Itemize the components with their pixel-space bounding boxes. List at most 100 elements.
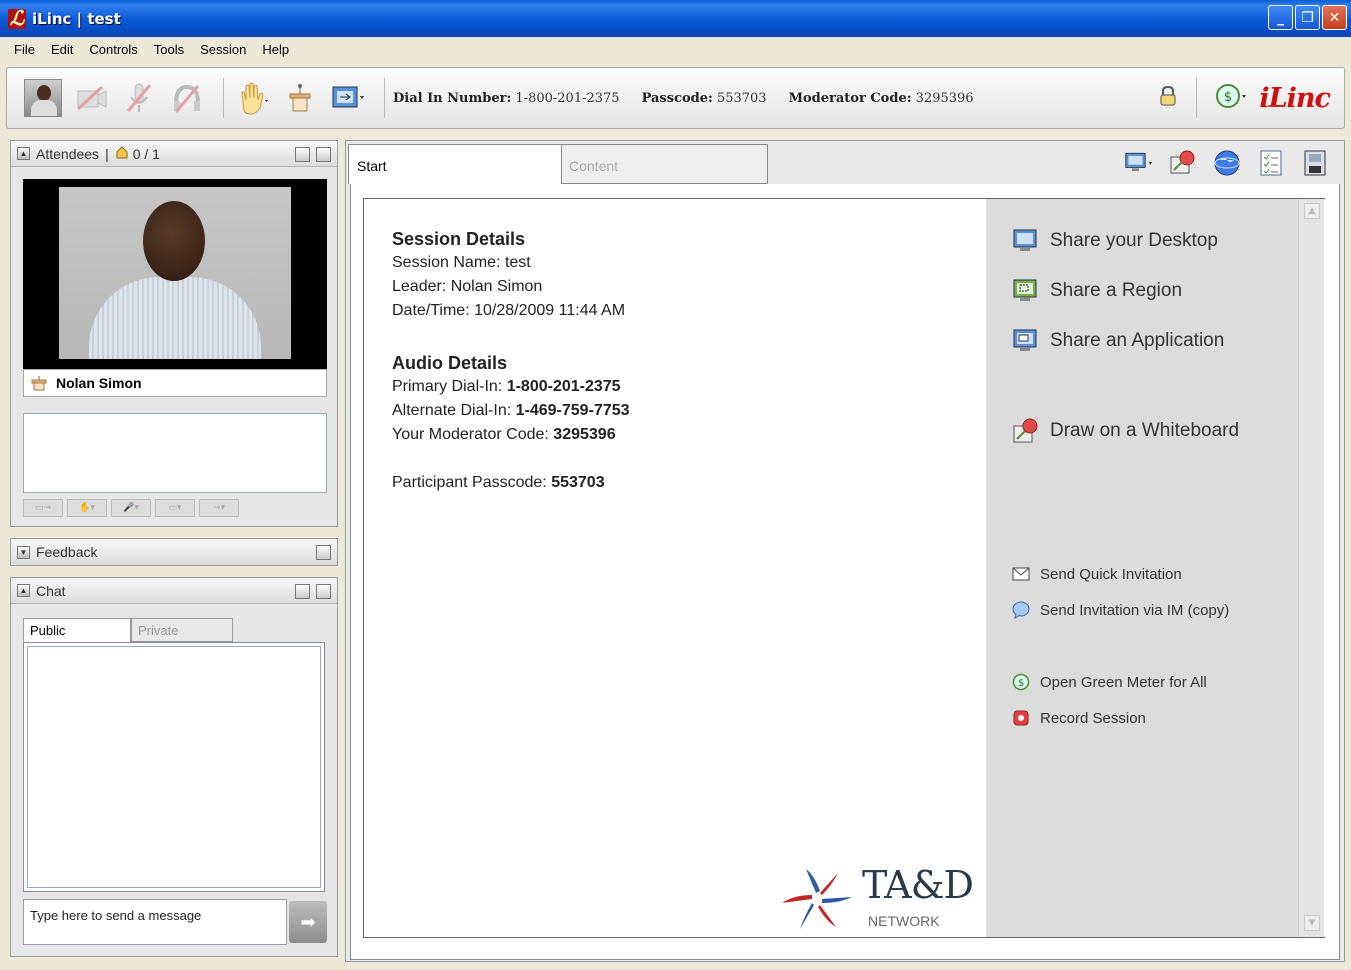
toolbar-separator [384, 78, 385, 118]
content-toolbar [1124, 147, 1330, 179]
share-region-action[interactable]: Share a Region [1012, 277, 1182, 305]
im-invitation-action[interactable]: Send Invitation via IM (copy) [1012, 601, 1229, 619]
whiteboard-action[interactable]: Draw on a Whiteboard [1012, 417, 1239, 445]
leader-row: Leader: Nolan Simon [392, 278, 543, 295]
attendee-count: 0 / 1 [132, 145, 160, 162]
menu-file[interactable]: File [6, 42, 43, 57]
raise-hand-icon[interactable] [232, 79, 272, 117]
attendees-panel: ▲ Attendees | 0 / 1 Nolan Simon ▭→ ✋▾ 🎤▾… [10, 140, 338, 527]
menu-controls[interactable]: Controls [81, 42, 145, 57]
expand-feedback-button[interactable]: ▼ [17, 545, 30, 559]
headset-off-icon[interactable] [167, 79, 207, 117]
mini-hand-button[interactable]: ✋▾ [67, 499, 107, 517]
minimize-button[interactable]: _ [1268, 5, 1293, 30]
mini-podium-button[interactable]: ▭→ [23, 499, 63, 517]
chat-title: Chat [36, 582, 66, 599]
lock-icon[interactable] [1158, 85, 1178, 111]
datetime-row: Date/Time: 10/28/2009 11:44 AM [392, 302, 626, 319]
attendee-count-icon [115, 145, 129, 162]
camera-off-icon[interactable] [71, 79, 111, 117]
session-details-section: Session Details Session Name: test Leade… [392, 229, 625, 326]
session-name-row: Session Name: test [392, 254, 531, 271]
layout-switch-icon[interactable] [328, 79, 368, 117]
start-page: Session Details Session Name: test Leade… [363, 198, 1325, 938]
title-bar: ℒ iLinc | test _ ❐ ✕ [0, 0, 1351, 37]
menu-session[interactable]: Session [192, 42, 254, 57]
attendee-name-row[interactable]: Nolan Simon [23, 369, 327, 397]
restore-button[interactable]: ❐ [1295, 5, 1320, 30]
moderator-code-row: Your Moderator Code: 3295396 [392, 426, 616, 443]
green-meter-icon[interactable]: $ [1215, 82, 1249, 114]
start-page-scrollbar[interactable]: ▲ ▼ [1298, 199, 1324, 937]
chat-message-input[interactable]: Type here to send a message [23, 899, 287, 945]
attendees-popout-button[interactable] [316, 147, 331, 162]
ilinc-app-icon: ℒ [8, 5, 26, 30]
envelope-icon [1012, 565, 1030, 583]
quick-actions-pane: Share your Desktop Share a Region Share … [986, 199, 1298, 937]
chat-messages-area[interactable] [23, 642, 325, 892]
share-screen-icon[interactable] [1124, 147, 1154, 179]
share-desktop-action[interactable]: Share your Desktop [1012, 227, 1218, 255]
collapse-chat-button[interactable]: ▲ [17, 584, 30, 597]
attendees-title: Attendees [36, 145, 100, 162]
tab-content[interactable]: Content [560, 144, 768, 184]
scroll-up-button[interactable]: ▲ [1304, 203, 1320, 219]
main-content-panel: Content Start Session Details Session Na… [345, 140, 1345, 962]
svg-text:$: $ [1018, 678, 1024, 689]
feedback-header[interactable]: ▼ Feedback [11, 539, 337, 565]
polling-icon[interactable] [1256, 147, 1286, 179]
attendee-list[interactable] [23, 413, 327, 493]
feedback-menu-button[interactable] [316, 545, 331, 560]
feedback-header-buttons [316, 545, 331, 560]
chat-menu-button[interactable] [295, 584, 310, 599]
green-meter-small-icon: $ [1012, 673, 1030, 691]
chat-header: ▲ Chat [11, 578, 337, 604]
quick-invitation-action[interactable]: Send Quick Invitation [1012, 565, 1182, 583]
attendee-video [23, 179, 327, 369]
attendee-mini-toolbar: ▭→ ✋▾ 🎤▾ ▭▾ →▾ [23, 499, 239, 517]
chat-bubble-icon [1012, 601, 1030, 619]
chat-popout-button[interactable] [316, 584, 331, 599]
application-share-icon [1012, 327, 1040, 355]
start-page-frame: Session Details Session Name: test Leade… [350, 184, 1340, 960]
menu-edit[interactable]: Edit [43, 42, 81, 57]
tab-public-chat[interactable]: Public [23, 618, 131, 642]
podium-icon[interactable] [280, 79, 320, 117]
whiteboard-icon[interactable] [1168, 147, 1198, 179]
menu-tools[interactable]: Tools [146, 42, 192, 57]
tad-star-icon [782, 869, 852, 929]
collapse-attendees-button[interactable]: ▲ [17, 147, 30, 160]
mini-mic-button[interactable]: 🎤▾ [111, 499, 151, 517]
mini-move-button[interactable]: →▾ [199, 499, 239, 517]
attendees-menu-button[interactable] [295, 147, 310, 162]
close-button[interactable]: ✕ [1322, 5, 1347, 30]
toolbar-separator [223, 78, 224, 118]
web-browser-icon[interactable] [1212, 147, 1242, 179]
my-video-button[interactable] [23, 79, 63, 117]
scroll-down-button[interactable]: ▼ [1304, 915, 1320, 931]
share-application-action[interactable]: Share an Application [1012, 327, 1224, 355]
attendees-header: ▲ Attendees | 0 / 1 [11, 141, 337, 167]
session-details-pane: Session Details Session Name: test Leade… [364, 199, 986, 937]
save-content-icon[interactable] [1300, 147, 1330, 179]
header-divider: | [105, 145, 109, 162]
microphone-off-icon[interactable] [119, 79, 159, 117]
attendee-photo [59, 187, 291, 359]
audio-details-heading: Audio Details [392, 353, 508, 373]
record-session-action[interactable]: Record Session [1012, 709, 1146, 727]
participant-passcode-row: Participant Passcode: 553703 [392, 474, 605, 491]
tab-start[interactable]: Start [348, 144, 562, 184]
mini-screen-button[interactable]: ▭▾ [155, 499, 195, 517]
tab-private-chat[interactable]: Private [131, 618, 233, 642]
tad-wordmark: TA&D [862, 863, 974, 907]
chat-header-buttons [295, 584, 331, 599]
audio-details-section: Audio Details Primary Dial-In: 1-800-201… [392, 353, 630, 498]
passcode-display: Passcode: 553703 [641, 90, 767, 106]
presenter-podium-icon [30, 375, 48, 391]
menu-help[interactable]: Help [254, 42, 297, 57]
green-meter-action[interactable]: $ Open Green Meter for All [1012, 673, 1207, 691]
menu-bar: File Edit Controls Tools Session Help [0, 37, 1351, 61]
send-message-button[interactable]: ➡ [289, 901, 327, 943]
window-controls: _ ❐ ✕ [1268, 5, 1347, 30]
